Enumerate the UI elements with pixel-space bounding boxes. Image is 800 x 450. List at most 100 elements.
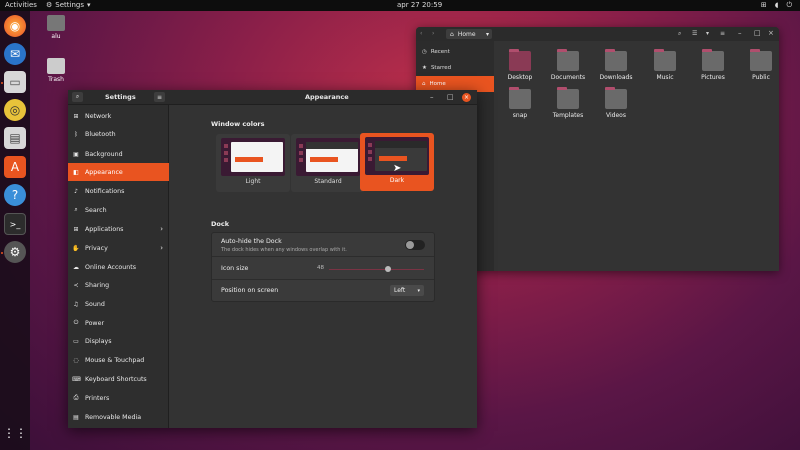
app-menu[interactable]: ⚙ Settings ▾ (46, 1, 91, 9)
show-applications-icon[interactable]: ⋮⋮ (3, 422, 27, 444)
nav-item-online-accounts[interactable]: ☁ Online Accounts (68, 258, 169, 276)
nav-item-label: Power (85, 319, 105, 327)
desktop-icon-label: alu (51, 33, 61, 40)
firefox-icon[interactable]: ◉ (4, 15, 26, 37)
nav-item-applications[interactable]: ⊞ Applications › (68, 220, 169, 238)
bluetooth-icon: ᛒ (74, 130, 78, 138)
file-item-label: snap (512, 112, 528, 119)
file-item-downloads[interactable]: Downloads (596, 49, 636, 81)
folder-icon (557, 49, 579, 71)
position-dropdown[interactable]: Left ▾ (390, 285, 424, 296)
nav-item-power[interactable]: ⏻ Power (68, 314, 169, 332)
printer-icon: ⎙ (73, 394, 79, 401)
nav-item-sharing[interactable]: ≺ Sharing (68, 276, 169, 294)
view-list-icon[interactable]: ☰ (692, 30, 697, 37)
mouse-icon: ◌ (73, 356, 79, 364)
menu-icon[interactable]: ≡ (720, 30, 725, 37)
nav-item-bluetooth[interactable]: ᛒ Bluetooth (68, 125, 169, 143)
slider-handle[interactable] (385, 266, 391, 272)
nav-item-label: Bluetooth (85, 130, 116, 138)
folder-icon (605, 49, 627, 71)
nav-item-appearance[interactable]: ◧ Appearance (68, 163, 169, 181)
sidebar-item-recent[interactable]: ◷ Recent (416, 44, 494, 60)
back-icon[interactable]: ‹ (420, 30, 422, 37)
icon-size-slider[interactable] (329, 269, 424, 270)
file-item-videos[interactable]: Videos (596, 87, 636, 119)
desktop-icon-home[interactable]: alu (36, 15, 76, 40)
system-tray[interactable]: ⊞ ◖ ⏻ (761, 1, 792, 10)
share-icon: ≺ (73, 281, 79, 289)
help-icon[interactable]: ? (4, 184, 26, 206)
maximize-button[interactable]: □ (447, 93, 454, 101)
close-button[interactable]: × (462, 93, 471, 102)
nav-item-label: Privacy (85, 244, 108, 252)
chevron-down-icon: ▾ (417, 287, 420, 294)
minimize-button[interactable]: – (430, 93, 434, 101)
rhythmbox-icon[interactable]: ◎ (4, 99, 26, 121)
sidebar-item-label: Recent (430, 49, 450, 55)
search-icon: ⌕ (74, 206, 78, 213)
files-icon[interactable]: ▭ (4, 71, 26, 93)
search-icon[interactable]: ⌕ (72, 92, 83, 102)
clock[interactable]: apr 27 20:59 (397, 1, 442, 9)
cloud-icon: ☁ (73, 263, 79, 271)
software-icon[interactable]: A (4, 156, 26, 178)
file-item-public[interactable]: Public (741, 49, 781, 81)
file-item-label: Documents (550, 74, 586, 81)
background-icon: ▣ (73, 150, 79, 158)
dock-settings-box: Auto-hide the Dock The dock hides when a… (211, 232, 435, 302)
close-button[interactable]: × (768, 29, 774, 37)
nav-item-label: Background (85, 150, 123, 158)
file-item-documents[interactable]: Documents (548, 49, 588, 81)
file-item-music[interactable]: Music (645, 49, 685, 81)
minimize-button[interactable]: – (738, 29, 742, 37)
autohide-description: The dock hides when any windows overlap … (221, 247, 347, 253)
appearance-panel: Window colors Light Standard Dark ➤ Dock… (170, 105, 477, 428)
nav-item-label: Mouse & Touchpad (85, 356, 145, 364)
nav-item-displays[interactable]: ▭ Displays (68, 332, 169, 350)
nav-item-network[interactable]: ⊞ Network (68, 107, 169, 125)
view-options-icon[interactable]: ▾ (706, 30, 709, 37)
chevron-right-icon: › (160, 225, 163, 233)
file-item-desktop[interactable]: Desktop (500, 49, 540, 81)
maximize-button[interactable]: □ (754, 29, 761, 37)
folder-icon (509, 49, 531, 71)
nav-item-label: Sharing (85, 281, 110, 289)
search-icon[interactable]: ⌕ (678, 30, 681, 38)
settings-gear-icon[interactable]: ⚙ (4, 241, 26, 263)
activities-button[interactable]: Activities (5, 1, 37, 9)
desktop-icon-trash[interactable]: Trash (36, 58, 76, 83)
volume-icon: ◖ (774, 1, 779, 9)
nav-item-label: Removable Media (85, 413, 142, 421)
sidebar-item-starred[interactable]: ★ Starred (416, 60, 494, 76)
terminal-icon[interactable]: >_ (4, 213, 26, 235)
nav-item-background[interactable]: ▣ Background (68, 145, 169, 163)
theme-option-standard[interactable]: Standard (291, 134, 365, 192)
folder-icon (557, 87, 579, 109)
nav-item-printers[interactable]: ⎙ Printers (68, 389, 169, 407)
nav-item-search[interactable]: ⌕ Search (68, 201, 169, 219)
nav-item-sound[interactable]: ♫ Sound (68, 295, 169, 313)
menu-icon[interactable]: ≡ (154, 92, 165, 102)
theme-option-dark[interactable]: Dark ➤ (360, 133, 434, 191)
theme-label: Standard (314, 178, 342, 185)
location-button[interactable]: ⌂ Home ▾ (446, 29, 492, 39)
nav-item-notifications[interactable]: ♪ Notifications (68, 182, 169, 200)
nav-item-privacy[interactable]: ✋ Privacy › (68, 239, 169, 257)
nav-item-keyboard-shortcuts[interactable]: ⌨ Keyboard Shortcuts (68, 370, 169, 388)
theme-option-light[interactable]: Light (216, 134, 290, 192)
nav-item-label: Online Accounts (85, 263, 137, 271)
autohide-switch[interactable] (405, 240, 425, 250)
file-item-pictures[interactable]: Pictures (693, 49, 733, 81)
folder-icon (750, 49, 772, 71)
nav-item-removable-media[interactable]: ▤ Removable Media (68, 408, 169, 426)
trash-icon (47, 58, 65, 74)
file-item-templates[interactable]: Templates (548, 87, 588, 119)
folder-icon (605, 87, 627, 109)
thunderbird-icon[interactable]: ✉ (4, 43, 26, 65)
libreoffice-writer-icon[interactable]: ▤ (4, 127, 26, 149)
forward-icon[interactable]: › (432, 30, 434, 37)
nav-item-mouse-touchpad[interactable]: ◌ Mouse & Touchpad (68, 351, 169, 369)
file-item-snap[interactable]: snap (500, 87, 540, 119)
clock-icon: ◷ (422, 49, 427, 55)
